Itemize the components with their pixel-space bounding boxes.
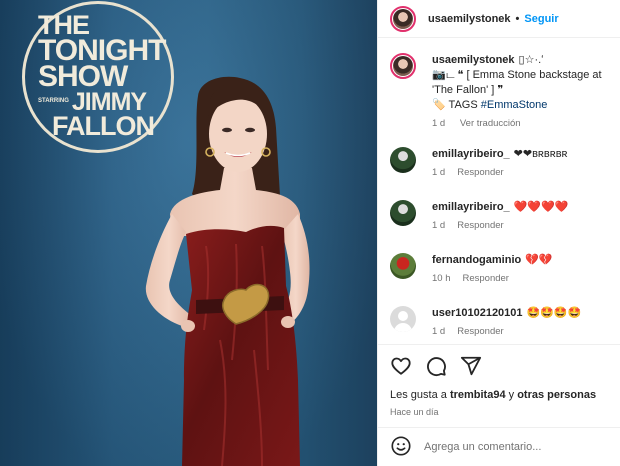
neck-shoulders	[170, 168, 300, 236]
comment-username[interactable]: emillayribeiro_	[432, 148, 510, 160]
comment-item: user10102120101 🤩🤩🤩🤩 1 d Responder	[390, 306, 618, 337]
likes-others[interactable]: otras personas	[517, 389, 596, 401]
heart-icon[interactable]	[390, 355, 412, 377]
comments-list[interactable]: usaemilystonek ▯☆·.ʻ 📷ட ❝ [ Emma Stone ba…	[378, 40, 620, 344]
add-comment-bar	[378, 427, 620, 466]
comment-text: 🤩🤩🤩🤩	[526, 307, 582, 319]
likes-user[interactable]: trembita94	[450, 389, 506, 401]
comment-username[interactable]: fernandogaminio	[432, 254, 521, 266]
caption-avatar[interactable]	[390, 53, 416, 79]
reply-button[interactable]: Responder	[463, 273, 509, 284]
person-icon[interactable]	[390, 306, 416, 332]
add-comment-input[interactable]	[424, 441, 604, 453]
caption-hashtag[interactable]: #EmmaStone	[481, 99, 548, 111]
action-icons	[390, 355, 609, 377]
comment-username[interactable]: user10102120101	[432, 307, 523, 319]
comment-time[interactable]: 1 d	[432, 167, 445, 178]
comment-item: emillayribeiro_ ❤❤ʙʀʙʀʙʀ 1 d Responder	[390, 147, 618, 178]
post-dialog: THE TONIGHT SHOW STARRING JIMMY FALLON u…	[0, 0, 620, 466]
reply-button[interactable]: Responder	[457, 167, 503, 178]
commenter-avatar[interactable]	[390, 200, 416, 226]
likes-prefix: Les gusta a	[390, 389, 447, 401]
comment-username[interactable]: emillayribeiro_	[432, 201, 510, 213]
action-bar: Les gusta a trembita94 y otras personas …	[378, 344, 620, 417]
caption: usaemilystonek ▯☆·.ʻ 📷ட ❝ [ Emma Stone ba…	[390, 53, 618, 129]
reply-button[interactable]: Responder	[457, 326, 503, 337]
translate-link[interactable]: Ver traducción	[460, 118, 521, 129]
post-photo[interactable]: THE TONIGHT SHOW STARRING JIMMY FALLON	[0, 0, 377, 466]
caption-time[interactable]: 1 d	[432, 118, 445, 129]
woman-figure	[145, 76, 310, 466]
likes-connector: y	[508, 389, 515, 401]
comment-time[interactable]: 10 h	[432, 273, 451, 284]
likes-summary[interactable]: Les gusta a trembita94 y otras personas	[390, 389, 609, 401]
face	[209, 96, 267, 172]
header-separator: •	[515, 12, 520, 25]
author-avatar[interactable]	[390, 5, 416, 32]
comment-text: ❤️❤️❤️❤️	[513, 201, 569, 213]
comment-item: fernandogaminio 💔💔 10 h Responder	[390, 253, 618, 284]
comment-text: ❤❤ʙʀʙʀʙʀ	[513, 148, 568, 160]
dress	[182, 225, 300, 466]
caption-username[interactable]: usaemilystonek	[432, 54, 515, 66]
comment-time[interactable]: 1 d	[432, 326, 445, 337]
emoji-icon[interactable]	[390, 435, 412, 460]
post-time[interactable]: Hace un día	[390, 407, 609, 417]
side-panel: usaemilystonek • Seguir usaemilystonek ▯☆…	[377, 0, 620, 466]
comment-time[interactable]: 1 d	[432, 220, 445, 231]
share-icon[interactable]	[460, 355, 482, 377]
commenter-avatar[interactable]	[390, 147, 416, 173]
comment-icon[interactable]	[425, 355, 447, 377]
caption-line1: ▯☆·.ʻ	[518, 54, 544, 66]
comment-text: 💔💔	[525, 254, 553, 266]
follow-button[interactable]: Seguir	[524, 13, 558, 25]
author-username[interactable]: usaemilystonek	[428, 13, 511, 25]
commenter-avatar[interactable]	[390, 253, 416, 279]
caption-tags: 🏷️ TAGS	[432, 99, 478, 111]
reply-button[interactable]: Responder	[457, 220, 503, 231]
comment-item: emillayribeiro_ ❤️❤️❤️❤️ 1 d Responder	[390, 200, 618, 231]
post-header: usaemilystonek • Seguir	[378, 0, 620, 38]
caption-line2: 📷ட ❝ [ Emma Stone backstage at 'The Fall…	[432, 69, 602, 96]
